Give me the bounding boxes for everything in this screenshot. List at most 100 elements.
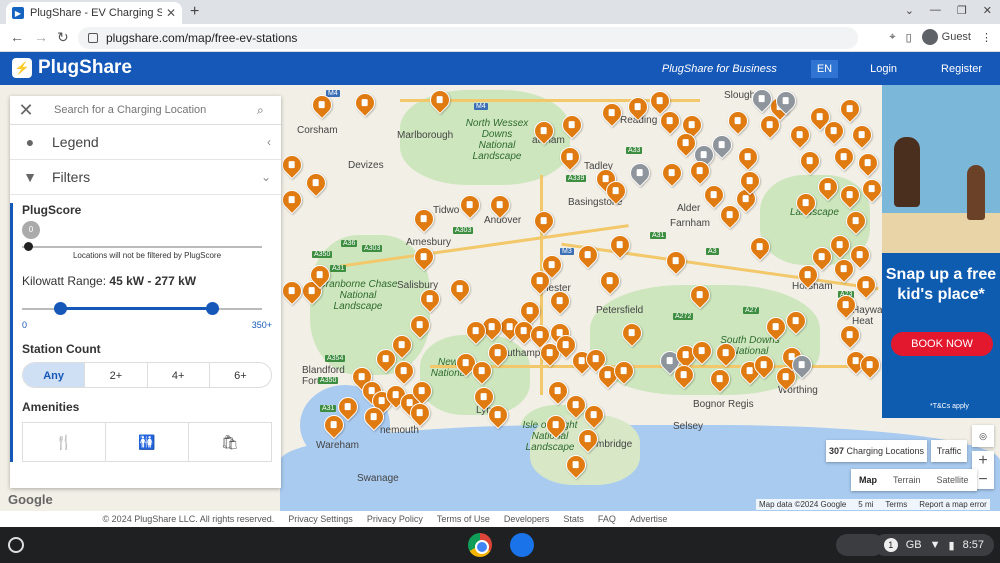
battery-icon: ▮: [948, 539, 955, 552]
charging-station-pin[interactable]: [529, 206, 559, 236]
charging-station-pin[interactable]: [835, 94, 865, 124]
reload-icon[interactable]: ↻: [57, 29, 69, 46]
charging-station-pin-offline[interactable]: [625, 158, 655, 188]
location-icon[interactable]: ⌖: [889, 31, 895, 44]
road-shield: A3: [706, 248, 719, 255]
minimize-icon[interactable]: —: [930, 4, 941, 17]
copyright-text: © 2024 PlugShare LLC. All rights reserve…: [102, 514, 275, 524]
login-link[interactable]: Login: [870, 63, 897, 75]
charging-station-pin[interactable]: [455, 190, 485, 220]
charging-station-pin[interactable]: [595, 266, 625, 296]
road-shield: A350: [318, 377, 339, 384]
station-count-option-any[interactable]: Any: [23, 363, 85, 387]
footer-link-terms[interactable]: Terms of Use: [437, 514, 490, 524]
footer-link-privacy-settings[interactable]: Privacy Settings: [288, 514, 353, 524]
restrooms-icon[interactable]: 🚻: [105, 423, 188, 461]
charging-station-pin[interactable]: [795, 146, 825, 176]
report-map-error-link[interactable]: Report a map error: [919, 500, 987, 509]
charging-station-pin[interactable]: [301, 168, 331, 198]
charging-station-pin[interactable]: [661, 246, 691, 276]
road-shield: A33: [626, 147, 643, 154]
map-type-terrain[interactable]: Terrain: [885, 469, 929, 491]
url-bar[interactable]: plugshare.com/map/free-ev-stations: [78, 27, 858, 49]
charging-station-pin[interactable]: [733, 142, 763, 172]
ad-book-now-button[interactable]: BOOK NOW: [891, 332, 993, 356]
ad-image-child: [967, 165, 985, 220]
map-scale[interactable]: 5 mi: [858, 500, 873, 509]
traffic-toggle[interactable]: Traffic: [931, 440, 967, 462]
charging-station-pin[interactable]: [350, 88, 380, 118]
kilowatt-max-handle[interactable]: [206, 302, 219, 315]
tab-search-icon[interactable]: ⌄: [905, 4, 914, 17]
map-terms-link[interactable]: Terms: [885, 500, 907, 509]
road-shield: A339: [566, 175, 587, 182]
station-count-option-6[interactable]: 6+: [208, 363, 271, 387]
charging-station-pin[interactable]: [847, 120, 877, 150]
language-selector[interactable]: EN: [810, 59, 839, 78]
charging-station-pin[interactable]: [723, 106, 753, 136]
restore-icon[interactable]: ❐: [957, 4, 967, 17]
browser-menu-icon[interactable]: ⋮: [981, 31, 992, 44]
plugscore-slider[interactable]: 0: [22, 221, 272, 255]
profile-button[interactable]: Guest: [921, 29, 971, 45]
chrome-app-icon[interactable]: [468, 533, 492, 557]
close-window-icon[interactable]: ✕: [983, 4, 992, 17]
amenities-label: Amenities: [22, 400, 80, 414]
google-logo[interactable]: Google: [8, 492, 53, 507]
footer-link-advertise[interactable]: Advertise: [630, 514, 668, 524]
advertisement[interactable]: Snap up a free kid's place* BOOK NOW *T&…: [882, 85, 1000, 418]
forward-arrow-icon[interactable]: →: [34, 29, 48, 45]
place-label: Andover: [484, 215, 522, 226]
legend-section-header[interactable]: ● Legend ‹: [10, 125, 281, 160]
register-link[interactable]: Register: [941, 63, 982, 75]
back-arrow-icon[interactable]: ←: [10, 29, 24, 45]
dining-icon[interactable]: 🍴: [23, 423, 105, 461]
filters-section-header[interactable]: ▼ Filters ⌄: [10, 160, 281, 195]
shopping-icon[interactable]: 🛍: [188, 423, 271, 461]
plugscore-handle[interactable]: [24, 242, 33, 251]
road-shield: A31: [320, 405, 337, 412]
kilowatt-range-slider[interactable]: [22, 292, 272, 326]
plugshare-logo[interactable]: ⚡ PlugShare: [12, 57, 132, 79]
plugshare-favicon-icon: ▶: [12, 7, 24, 19]
close-tab-icon[interactable]: ✕: [166, 6, 176, 20]
new-tab-icon[interactable]: +: [190, 3, 199, 21]
search-icon[interactable]: ⌕: [257, 103, 281, 118]
footer-link-developers[interactable]: Developers: [504, 514, 550, 524]
footer-link-faq[interactable]: FAQ: [598, 514, 616, 524]
footer-link-stats[interactable]: Stats: [563, 514, 584, 524]
charging-station-pin[interactable]: [829, 142, 859, 172]
kilowatt-min-handle[interactable]: [54, 302, 67, 315]
charging-station-pin[interactable]: [277, 276, 307, 306]
plugscore-track[interactable]: [22, 246, 262, 248]
charging-station-pin[interactable]: [445, 274, 475, 304]
plugscore-value: 0: [22, 221, 40, 239]
charging-station-pin[interactable]: [785, 120, 815, 150]
launcher-icon[interactable]: [8, 537, 24, 553]
header-nav: PlugShare for Business EN Login Register: [662, 52, 1000, 85]
map-type-satellite[interactable]: Satellite: [929, 469, 977, 491]
zoom-in-icon[interactable]: +: [972, 451, 994, 470]
charging-station-pin[interactable]: [853, 148, 883, 178]
browser-tab[interactable]: ▶ PlugShare - EV Charging Statio ✕: [6, 2, 182, 24]
close-panel-icon[interactable]: ✕: [10, 100, 42, 121]
charging-station-pin[interactable]: [851, 270, 881, 300]
charging-station-pin[interactable]: [657, 158, 687, 188]
charging-station-pin[interactable]: [277, 150, 307, 180]
location-search-input[interactable]: [42, 96, 257, 124]
station-count-option-4[interactable]: 4+: [146, 363, 209, 387]
my-location-icon[interactable]: ◎: [972, 425, 994, 447]
brand-name: PlugShare: [38, 57, 132, 78]
footer-link-privacy-policy[interactable]: Privacy Policy: [367, 514, 423, 524]
station-count-option-2[interactable]: 2+: [84, 363, 146, 387]
charging-station-pin[interactable]: [699, 180, 729, 210]
status-tray[interactable]: 1 GB ▼ ▮ 8:57: [873, 534, 994, 556]
place-label: Selsey: [673, 421, 704, 432]
place-label: Alder: [677, 203, 701, 214]
side-panel-icon[interactable]: ▯: [906, 31, 912, 44]
legend-title: Legend: [52, 134, 99, 150]
charging-station-pin[interactable]: [277, 185, 307, 215]
map-type-map[interactable]: Map: [851, 469, 885, 491]
files-app-icon[interactable]: [510, 533, 534, 557]
business-link[interactable]: PlugShare for Business: [662, 63, 777, 75]
